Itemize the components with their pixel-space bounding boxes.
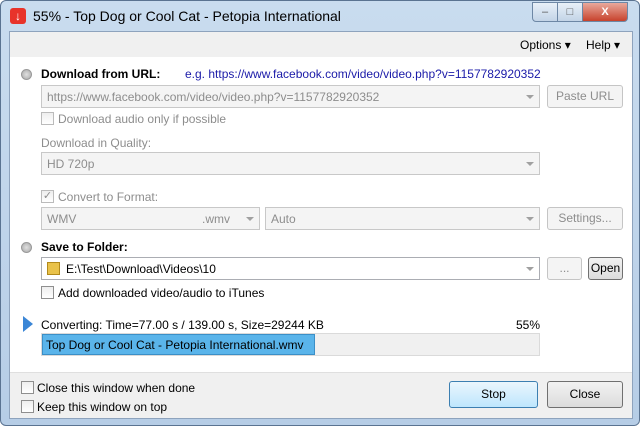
close-window-button[interactable]: X [582,2,628,22]
paste-url-button[interactable]: Paste URL [547,85,623,108]
browse-button[interactable]: ... [547,257,582,280]
preset-value: Auto [271,212,296,226]
help-menu[interactable]: Help ▾ [586,38,620,52]
folder-value: E:\Test\Download\Videos\10 [66,262,216,276]
window-title: 55% - Top Dog or Cool Cat - Petopia Inte… [33,8,341,24]
download-url-radio[interactable] [21,69,32,80]
url-example: e.g. https://www.facebook.com/video/vide… [185,67,541,81]
quality-select[interactable]: HD 720p [41,152,540,175]
progress-percent: 55% [516,318,541,332]
itunes-checkbox[interactable] [41,286,54,299]
maximize-button[interactable]: □ [557,2,583,22]
progress-filename: Top Dog or Cool Cat - Petopia Internatio… [46,338,304,352]
footer-bar: Close this window when done Keep this wi… [10,372,632,418]
quality-label: Download in Quality: [41,136,152,150]
folder-icon [47,262,60,275]
progress-bar: Top Dog or Cool Cat - Petopia Internatio… [41,333,540,356]
menu-bar: Options ▾ Help ▾ [10,32,632,57]
options-label: Options [520,38,562,52]
save-folder-radio[interactable] [21,242,32,253]
convert-checkbox[interactable]: ✓ [41,190,54,203]
format-extension: .wmv [202,212,230,226]
convert-label: Convert to Format: [58,190,159,204]
chevron-down-icon [526,95,534,99]
keep-on-top-label: Keep this window on top [37,400,168,414]
chevron-down-icon [526,267,534,271]
format-value: WMV [47,212,77,226]
settings-button[interactable]: Settings... [547,207,623,230]
close-button[interactable]: Close [547,381,623,408]
chevron-down-icon [246,217,254,221]
close-when-done-checkbox[interactable] [21,381,34,394]
audio-only-checkbox[interactable] [41,112,54,125]
progress-status: Converting: Time=77.00 s / 139.00 s, Siz… [41,318,324,332]
quality-value: HD 720p [47,157,95,171]
close-when-done-label: Close this window when done [37,381,196,395]
save-folder-label: Save to Folder: [41,240,128,254]
audio-only-label: Download audio only if possible [58,112,227,126]
open-folder-button[interactable]: Open [588,257,623,280]
chevron-down-icon [526,217,534,221]
keep-on-top-checkbox[interactable] [21,400,34,413]
minimize-button[interactable]: ‒ [532,2,558,22]
options-menu[interactable]: Options ▾ [520,38,571,52]
preset-select[interactable]: Auto [265,207,540,230]
download-url-label: Download from URL: [41,67,161,81]
download-app-icon: ↓ [10,8,26,24]
help-label: Help [586,38,611,52]
stop-button[interactable]: Stop [449,381,538,408]
chevron-down-icon [526,162,534,166]
client-area: Options ▾ Help ▾ Download from URL: e.g.… [9,31,633,419]
play-icon [23,316,33,332]
url-value: https://www.facebook.com/video/video.php… [47,90,380,104]
format-select[interactable]: WMV .wmv [41,207,260,230]
url-combo[interactable]: https://www.facebook.com/video/video.php… [41,85,540,108]
itunes-label: Add downloaded video/audio to iTunes [58,286,265,300]
app-window: ↓ 55% - Top Dog or Cool Cat - Petopia In… [0,0,640,426]
folder-combo[interactable]: E:\Test\Download\Videos\10 [41,257,540,280]
